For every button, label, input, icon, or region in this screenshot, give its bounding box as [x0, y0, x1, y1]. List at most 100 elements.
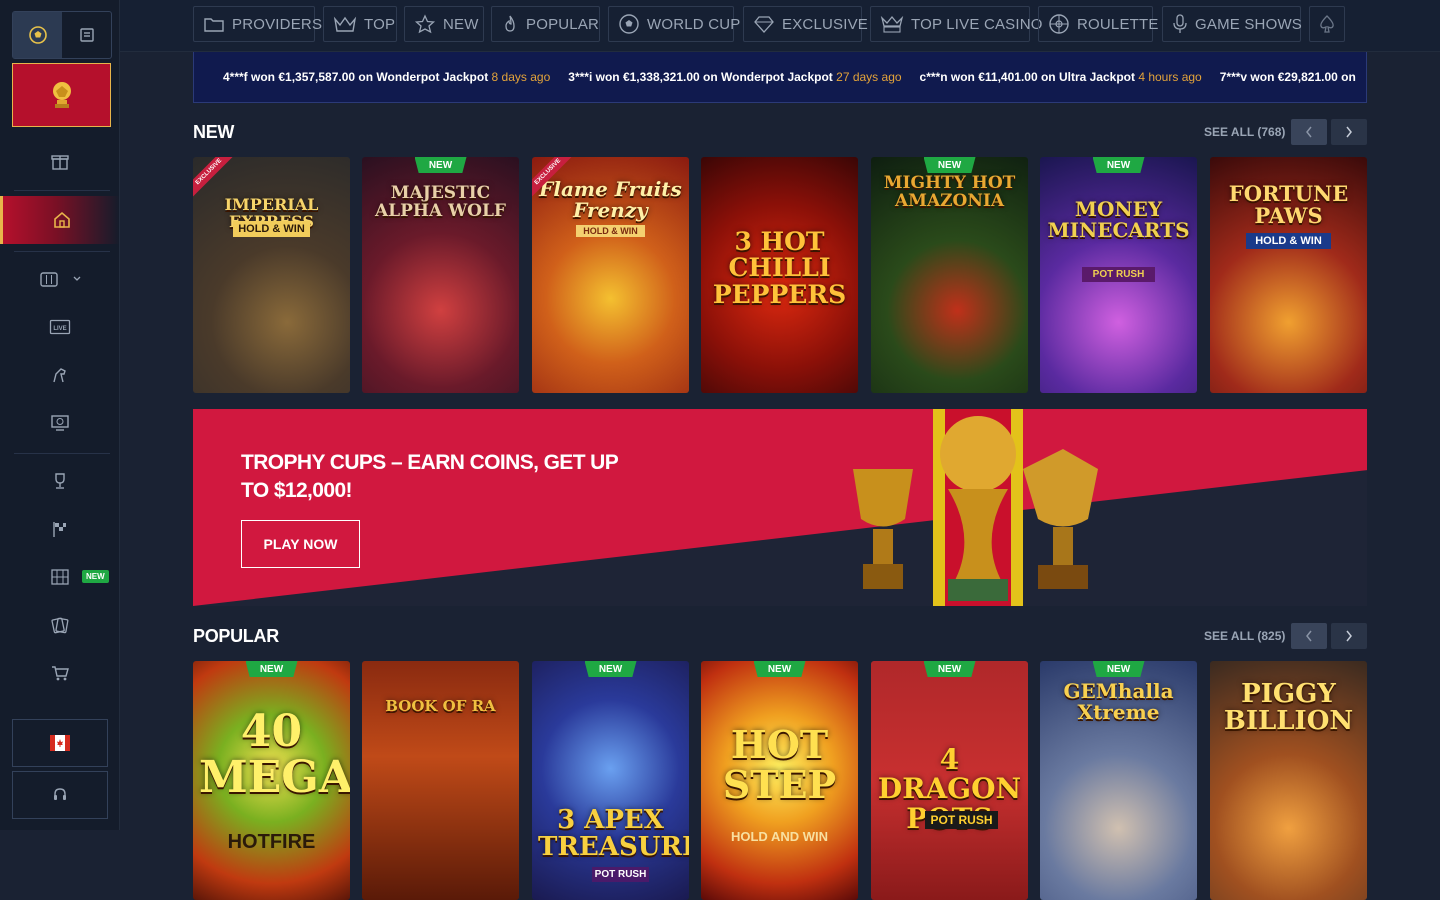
popular-next-button[interactable]	[1331, 623, 1367, 649]
chevron-right-icon	[1346, 126, 1352, 138]
new-badge: NEW	[82, 570, 109, 583]
new-badge: NEW	[584, 661, 637, 677]
svg-text:LIVE: LIVE	[53, 326, 66, 332]
sidebar-item-live-casino[interactable]: LIVE	[0, 304, 120, 350]
game-tile[interactable]: 40 MEGA HOTFIRE NEW	[193, 661, 350, 900]
bingo-icon	[51, 569, 69, 585]
nav-top[interactable]: TOP	[323, 6, 397, 42]
game-tile[interactable]: MONEY MINECARTS POT RUSH NEW	[1040, 157, 1197, 393]
ticker-item: c***n won €11,401.00 on Ultra Jackpot 4 …	[920, 70, 1202, 84]
game-title: MONEY MINECARTS	[1047, 197, 1190, 242]
ticker-text: 3***i won €1,338,321.00 on Wonderpot Jac…	[568, 70, 833, 84]
chevron-left-icon	[1306, 126, 1312, 138]
game-tile[interactable]: HOT STEP HOLD AND WIN NEW	[701, 661, 858, 900]
sidebar: LIVE NEW	[0, 0, 120, 830]
checkered-flag-icon	[53, 522, 66, 537]
sidebar-item-virtual-sports[interactable]	[0, 352, 120, 398]
game-title: 40 MEGA	[199, 706, 350, 804]
game-artwork	[193, 157, 350, 393]
nav-new[interactable]: NEW	[404, 6, 484, 42]
game-title: MAJESTIC ALPHA WOLF	[374, 183, 507, 221]
trophy-cups-icon	[853, 409, 1098, 606]
crown-icon	[333, 16, 357, 32]
sports-mode-button[interactable]	[62, 12, 111, 58]
flame-icon	[505, 15, 515, 32]
roulette-icon	[1049, 14, 1069, 34]
new-next-button[interactable]	[1331, 119, 1367, 145]
nav-label: EXCLUSIVE	[782, 15, 868, 33]
game-tile[interactable]: BOOK OF RA	[362, 661, 519, 900]
category-nav: PROVIDERS TOP NEW POPULAR WORLD CUP EXCL…	[120, 0, 1440, 52]
sidebar-item-poker[interactable]	[0, 602, 120, 648]
sidebar-item-tv-games[interactable]	[0, 400, 120, 446]
sidebar-item-tournaments[interactable]	[0, 458, 120, 504]
folder-icon	[204, 18, 224, 32]
game-tile[interactable]: Flame Fruits Frenzy HOLD & WIN EXCLUSIVE	[532, 157, 689, 393]
trophy-icon	[55, 473, 65, 489]
canada-flag-icon	[50, 735, 70, 751]
game-subtitle: HOLD AND WIN	[730, 829, 828, 844]
game-title: GEMhalla Xtreme	[1063, 679, 1174, 724]
sidebar-divider	[14, 190, 110, 191]
see-all-new-link[interactable]: SEE ALL (768)	[1204, 125, 1285, 139]
game-artwork	[532, 661, 689, 900]
popular-prev-button[interactable]	[1291, 623, 1327, 649]
horse-icon	[53, 368, 66, 383]
world-cup-promo-tile[interactable]	[12, 63, 111, 127]
game-tile[interactable]: 3 HOT CHILLI PEPPERS	[701, 157, 858, 393]
trophy-cups-banner: TROPHY CUPS – EARN COINS, GET UP TO $12,…	[193, 409, 1367, 606]
microphone-icon	[1173, 14, 1187, 33]
gift-icon	[51, 155, 69, 170]
sidebar-divider	[14, 453, 110, 454]
nav-label: TOP LIVE CASINO	[911, 15, 1043, 33]
banner-red-panel	[193, 409, 1367, 606]
cart-icon	[52, 666, 69, 681]
spade-icon	[1320, 15, 1334, 33]
sidebar-item-home[interactable]	[0, 196, 120, 244]
nav-top-live-casino[interactable]: TOP LIVE CASINO	[870, 6, 1042, 42]
nav-providers[interactable]: PROVIDERS	[193, 6, 322, 42]
nav-game-shows[interactable]: GAME SHOWS	[1162, 6, 1302, 42]
support-button[interactable]	[12, 771, 108, 819]
game-tile[interactable]: PIGGY BILLION	[1210, 661, 1367, 900]
gem-icon	[754, 16, 774, 33]
game-subtitle: POT RUSH	[592, 867, 649, 882]
sidebar-item-races[interactable]	[0, 506, 120, 552]
casino-mode-button[interactable]	[13, 12, 62, 58]
see-all-popular-link[interactable]: SEE ALL (825)	[1204, 629, 1285, 643]
nav-label: POPULAR	[526, 15, 600, 33]
game-tile[interactable]: FORTUNE PAWS HOLD & WIN	[1210, 157, 1367, 393]
nav-roulette[interactable]: ROULETTE	[1038, 6, 1158, 42]
soccer-ball-icon	[619, 14, 639, 34]
ticker-ago: 4 hours ago	[1138, 70, 1202, 84]
sidebar-item-bingo[interactable]: NEW	[0, 554, 120, 600]
game-tile[interactable]: MAJESTIC ALPHA WOLF NEW	[362, 157, 519, 393]
soccer-ball-icon	[28, 26, 47, 44]
game-tile[interactable]: 4 DRAGON POTS POT RUSH NEW	[871, 661, 1028, 900]
game-tile[interactable]: IMPERIAL EXPRESS HOLD & WIN EXCLUSIVE	[193, 157, 350, 393]
nav-world-cup[interactable]: WORLD CUP	[608, 6, 740, 42]
nav-exclusive[interactable]: EXCLUSIVE	[743, 6, 868, 42]
play-now-button[interactable]: PLAY NOW	[241, 520, 360, 568]
nav-popular[interactable]: POPULAR	[491, 6, 600, 42]
ticker-ago: 8 days ago	[491, 70, 551, 84]
betslip-icon	[79, 28, 94, 42]
game-tile[interactable]: GEMhalla Xtreme NEW	[1040, 661, 1197, 900]
sidebar-item-casino[interactable]	[0, 256, 120, 302]
trophy-ball-icon	[52, 82, 71, 108]
sidebar-item-promotions[interactable]	[0, 138, 120, 184]
language-selector[interactable]	[12, 719, 108, 767]
new-badge: NEW	[923, 661, 976, 677]
nav-label: TOP	[364, 15, 396, 33]
new-prev-button[interactable]	[1291, 119, 1327, 145]
game-subtitle: HOLD & WIN	[576, 225, 645, 237]
game-tile[interactable]: MIGHTY HOT AMAZONIA NEW	[871, 157, 1028, 393]
sidebar-item-shop[interactable]	[0, 650, 120, 696]
game-tile[interactable]: 3 APEX TREASURES POT RUSH NEW	[532, 661, 689, 900]
nav-more[interactable]	[1309, 6, 1345, 42]
tv-icon	[51, 415, 69, 431]
new-badge: NEW	[753, 661, 806, 677]
ticker-text: 7***v won €29,821.00 on	[1219, 70, 1356, 84]
ticker-ago: 27 days ago	[836, 70, 902, 84]
game-title: 3 APEX TREASURES	[538, 805, 689, 863]
